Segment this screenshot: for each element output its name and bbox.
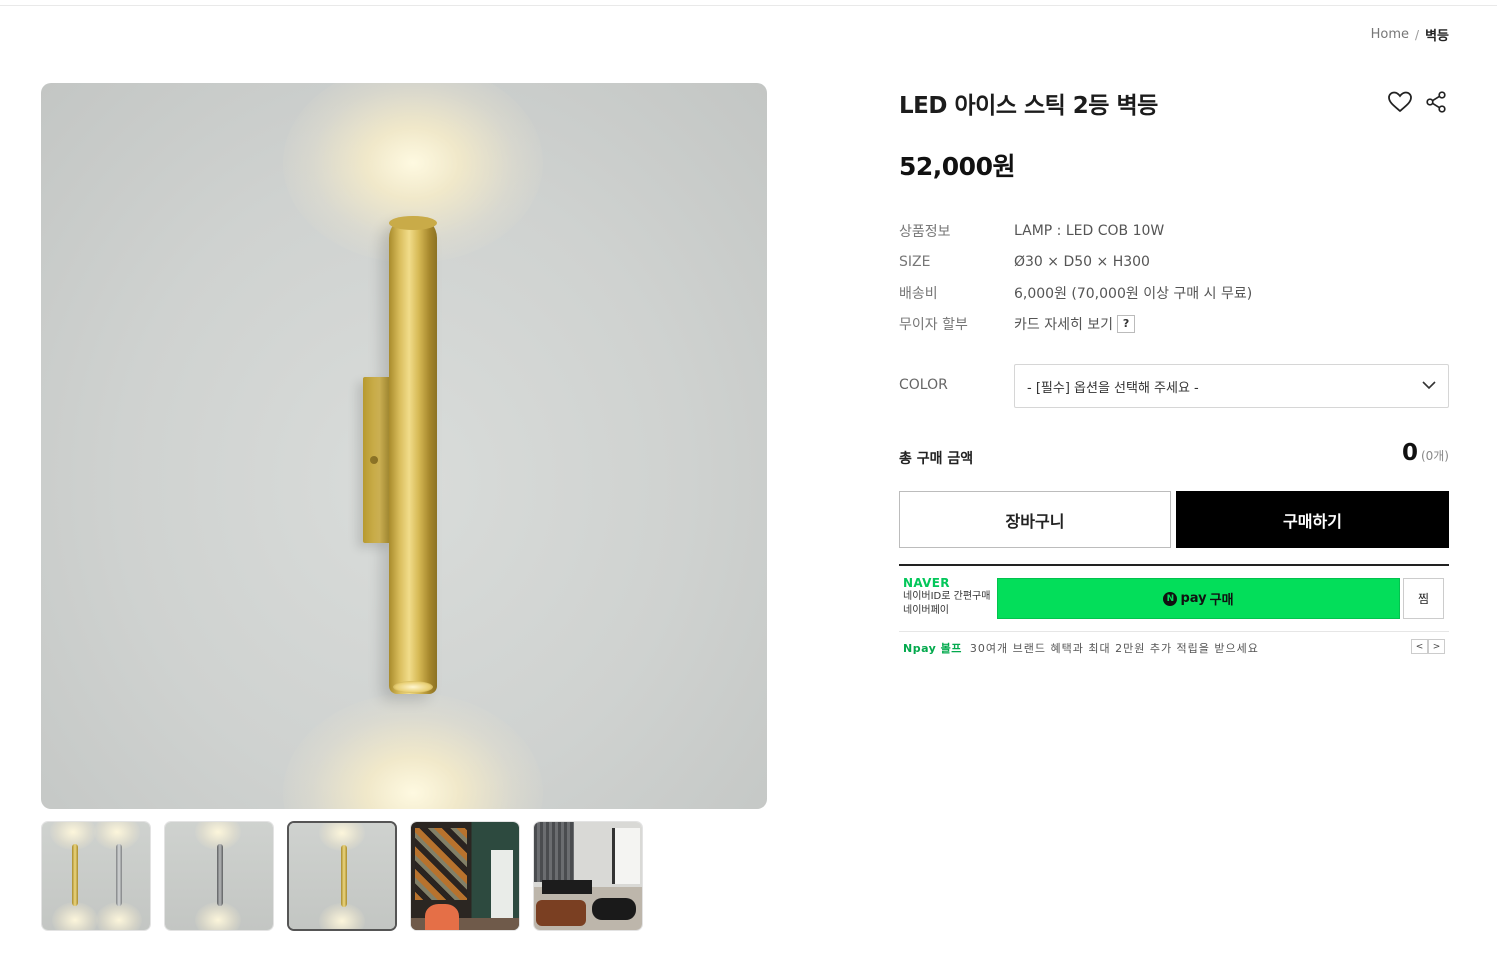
thumbnail-1[interactable] bbox=[41, 821, 151, 931]
card-detail-link[interactable]: 카드 자세히 보기 bbox=[1014, 314, 1113, 334]
info-value: LAMP : LED COB 10W bbox=[1014, 222, 1165, 239]
thumbnail-4[interactable] bbox=[410, 821, 520, 931]
product-price: 52,000원 bbox=[899, 152, 1015, 181]
info-value: 카드 자세히 보기 ? bbox=[1014, 314, 1136, 334]
lamp-tube bbox=[389, 216, 437, 694]
total-label: 총 구매 금액 bbox=[899, 451, 974, 467]
color-option-select[interactable]: - [필수] 옵션을 선택해 주세요 - bbox=[1014, 364, 1449, 408]
npay-buy-button[interactable]: N pay 구매 bbox=[997, 578, 1400, 619]
info-key: 무이자 할부 bbox=[899, 316, 968, 333]
thumbnail-2[interactable] bbox=[164, 821, 274, 931]
info-row-installment: 무이자 할부 카드 자세히 보기 ? bbox=[899, 308, 1252, 339]
heart-icon[interactable] bbox=[1387, 90, 1413, 114]
info-row-spec: 상품정보 LAMP : LED COB 10W bbox=[899, 215, 1252, 246]
npay-promo-brand: Npay 볼프 bbox=[903, 642, 962, 655]
npay-separator bbox=[899, 631, 1449, 632]
info-value: 6,000원 (70,000원 이상 구매 시 무료) bbox=[1014, 285, 1253, 302]
chevron-down-icon bbox=[1422, 379, 1436, 394]
total-count: (0개) bbox=[1420, 449, 1449, 463]
info-row-size: SIZE Ø30 × D50 × H300 bbox=[899, 246, 1252, 277]
select-value: - [필수] 옵션을 선택해 주세요 - bbox=[1027, 380, 1199, 396]
naver-brand: NAVER 네이버ID로 간편구매 네이버페이 bbox=[903, 576, 990, 618]
breadcrumb-current[interactable]: 벽등 bbox=[1425, 25, 1449, 44]
npay-n-icon: N bbox=[1163, 591, 1178, 606]
thumbnail-5[interactable] bbox=[533, 821, 643, 931]
breadcrumb-home[interactable]: Home bbox=[1371, 27, 1409, 42]
info-row-shipping: 배송비 6,000원 (70,000원 이상 구매 시 무료) bbox=[899, 277, 1252, 308]
naver-sub-1: 네이버ID로 간편구매 bbox=[903, 591, 991, 602]
promo-next-button[interactable]: > bbox=[1428, 639, 1445, 654]
option-label: COLOR bbox=[899, 377, 948, 393]
naver-logo: NAVER bbox=[903, 576, 950, 590]
light-glow-bottom bbox=[283, 693, 543, 809]
help-badge[interactable]: ? bbox=[1117, 314, 1136, 333]
add-to-cart-button[interactable]: 장바구니 bbox=[899, 491, 1171, 548]
npay-promo[interactable]: Npay 볼프 30여개 브랜드 혜택과 최대 2만원 추가 적립을 받으세요 bbox=[903, 640, 1259, 656]
lamp-tube-top bbox=[389, 216, 437, 230]
product-info-table: 상품정보 LAMP : LED COB 10W SIZE Ø30 × D50 ×… bbox=[899, 215, 1252, 339]
lamp-tube-bottom bbox=[393, 681, 433, 693]
thumbnail-3[interactable] bbox=[287, 821, 397, 931]
naver-sub-2: 네이버페이 bbox=[903, 605, 949, 616]
buy-now-button[interactable]: 구매하기 bbox=[1176, 491, 1449, 548]
npay-buy-label: 구매 bbox=[1209, 593, 1234, 608]
npay-wishlist-button[interactable]: 찜 bbox=[1403, 578, 1444, 619]
breadcrumb: Home / 벽등 bbox=[1371, 25, 1449, 44]
npay-divider bbox=[899, 564, 1449, 566]
total-amount: 0 bbox=[1401, 440, 1418, 466]
product-title: LED 아이스 스틱 2등 벽등 bbox=[899, 93, 1158, 119]
top-divider bbox=[0, 5, 1497, 6]
info-key: 상품정보 bbox=[899, 223, 951, 240]
promo-nav: < > bbox=[1411, 639, 1445, 654]
lamp-screw bbox=[370, 456, 378, 464]
thumbnail-list bbox=[41, 821, 643, 931]
info-key: 배송비 bbox=[899, 285, 938, 302]
info-value: Ø30 × D50 × H300 bbox=[1014, 253, 1150, 270]
total-value: 0 (0개) bbox=[1402, 440, 1449, 466]
info-key: SIZE bbox=[899, 253, 931, 270]
breadcrumb-separator: / bbox=[1415, 27, 1420, 42]
npay-promo-text: 30여개 브랜드 혜택과 최대 2만원 추가 적립을 받으세요 bbox=[969, 642, 1259, 655]
npay-pay-label: pay bbox=[1180, 591, 1207, 606]
promo-prev-button[interactable]: < bbox=[1411, 639, 1428, 654]
product-main-image[interactable] bbox=[41, 83, 767, 809]
share-icon[interactable] bbox=[1424, 90, 1448, 114]
